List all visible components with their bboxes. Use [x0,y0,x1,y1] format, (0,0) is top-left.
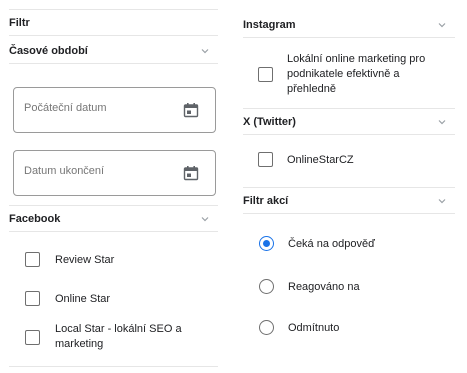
responded-radio[interactable] [259,279,274,294]
online-star-label: Online Star [55,293,111,305]
declined-radio[interactable] [259,320,274,335]
chevron-down-icon[interactable] [437,117,447,127]
local-star-checkbox[interactable] [25,330,40,345]
filter-title-text: Filtr [9,16,30,29]
facebook-title: Facebook [9,212,61,225]
instagram-option-label-line2: podnikatele efektivně a [287,68,400,80]
chevron-down-icon[interactable] [437,20,447,30]
chevron-down-icon[interactable] [437,196,447,206]
filter-title: Filtr [9,10,218,36]
twitter-header[interactable]: X (Twitter) [243,109,455,135]
twitter-option-checkbox[interactable] [258,152,273,167]
end-date-field[interactable] [13,150,216,196]
time-period-title: Časové období [9,44,88,57]
action-filter-header[interactable]: Filtr akcí [243,188,455,214]
instagram-option-checkbox[interactable] [258,67,273,82]
divider [9,366,218,367]
instagram-option-label-line3: přehledně [287,83,336,95]
declined-label: Odmítnuto [288,322,340,334]
facebook-header[interactable]: Facebook [9,206,218,232]
time-period-header[interactable]: Časové období [9,38,218,64]
calendar-icon[interactable] [183,165,199,181]
awaiting-reply-label: Čeká na odpověď [288,238,375,250]
review-star-checkbox[interactable] [25,252,40,267]
chevron-down-icon[interactable] [200,46,210,56]
instagram-header[interactable]: Instagram [243,12,455,38]
start-date-input[interactable] [24,102,174,114]
calendar-icon[interactable] [183,102,199,118]
responded-label: Reagováno na [288,281,360,293]
online-star-checkbox[interactable] [25,291,40,306]
instagram-title: Instagram [243,18,296,31]
local-star-label-line1: Local Star - lokální SEO a [55,323,182,335]
chevron-down-icon[interactable] [200,214,210,224]
local-star-label-line2: marketing [55,338,104,350]
twitter-option-label: OnlineStarCZ [287,154,354,166]
action-filter-title: Filtr akcí [243,194,289,207]
instagram-option-label-line1: Lokální online marketing pro [287,53,426,65]
start-date-field[interactable] [13,87,216,133]
review-star-label: Review Star [55,254,115,266]
awaiting-reply-radio[interactable] [259,236,274,251]
twitter-title: X (Twitter) [243,115,296,128]
end-date-input[interactable] [24,165,174,177]
